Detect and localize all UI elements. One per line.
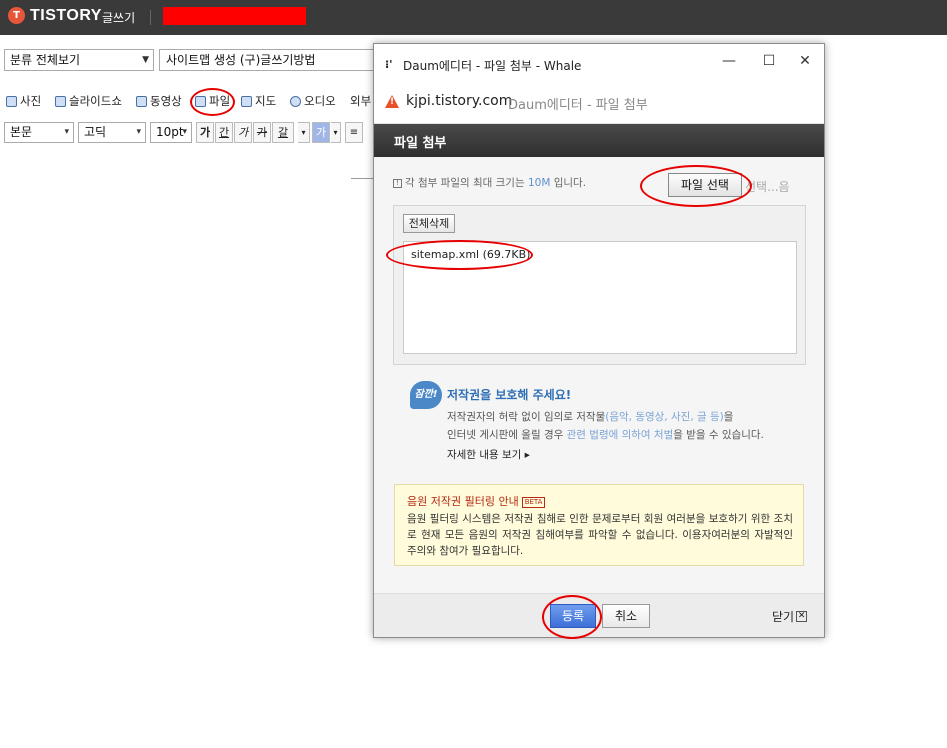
video-icon: [136, 95, 147, 107]
close-label: 닫기: [772, 610, 795, 624]
file-size-info: ! 각 첨부 파일의 최대 크기는 10M 입니다.: [393, 175, 586, 190]
beta-badge: BETA: [521, 497, 546, 508]
font-family-label: 고딕: [84, 125, 107, 139]
window-titlebar[interactable]: ⁝' Daum에디터 - 파일 첨부 - Whale — ☐ ✕: [374, 44, 824, 82]
address-host: kjpi.tistory.com: [406, 93, 513, 109]
cancel-button[interactable]: 취소: [602, 604, 650, 628]
copyright-line-2: 인터넷 게시판에 올릴 경우 관련 법령에 의하여 처벌을 받을 수 있습니다.: [447, 427, 764, 442]
copyright-text: 인터넷 게시판에 올릴 경우: [447, 429, 564, 441]
address-page-title: Daum에디터 - 파일 첨부: [508, 98, 648, 113]
dialog-header: 파일 첨부: [374, 124, 824, 157]
audio-button[interactable]: 오디오: [290, 93, 336, 109]
copyright-title: 저작권을 보호해 주세요!: [447, 388, 572, 402]
file-button[interactable]: 파일: [195, 93, 230, 109]
maximize-button[interactable]: ☐: [754, 50, 784, 72]
editor-cursor-line: [351, 178, 375, 179]
tistory-logo-icon[interactable]: T: [8, 7, 25, 24]
close-icon: ✕: [796, 611, 808, 622]
copyright-link: (음악, 동영상, 사진, 글 등): [605, 411, 724, 423]
dialog-body: ! 각 첨부 파일의 최대 크기는 10M 입니다. 파일 선택 선택...음 전…: [374, 157, 824, 593]
paragraph-style-select[interactable]: 본문 ▾: [4, 122, 74, 143]
photo-button[interactable]: 사진: [6, 93, 41, 109]
floppy-disk-icon: [195, 95, 206, 107]
external-label: 외부: [350, 94, 372, 108]
photo-icon: [6, 95, 17, 107]
chevron-down-icon[interactable]: ▾: [331, 122, 341, 143]
font-size-label: 10pt: [156, 125, 184, 139]
underline-button[interactable]: 간: [215, 122, 233, 143]
divider: [150, 10, 151, 25]
file-attach-window: ⁝' Daum에디터 - 파일 첨부 - Whale — ☐ ✕ ! kjpi.…: [373, 43, 825, 638]
paragraph-style-label: 본문: [10, 125, 33, 139]
copyright-link: 관련 법령에 의하여 처벌: [566, 429, 674, 441]
info-prefix: 각 첨부 파일의 최대 크기는: [405, 177, 525, 189]
notice-title-text: 음원 저작권 필터링 안내: [407, 495, 519, 508]
file-select-status: 선택...음: [745, 180, 790, 194]
file-label: 파일: [209, 94, 231, 108]
music-filter-notice: 음원 저작권 필터링 안내 BETA 음원 필터링 시스템은 저작권 침해로 인한…: [394, 484, 804, 566]
caution-badge-icon: 잠깐!: [410, 381, 442, 409]
copyright-text: 을 받을 수 있습니다.: [673, 429, 764, 441]
copyright-text: 저작권자의 허락 없이 임의로 저작물: [447, 411, 606, 423]
map-button[interactable]: 지도: [241, 93, 276, 109]
slideshow-icon: [55, 95, 66, 107]
external-button[interactable]: 외부: [350, 93, 371, 109]
font-color-button[interactable]: 갈: [272, 122, 294, 143]
slideshow-button[interactable]: 슬라이드쇼: [55, 93, 122, 109]
close-button[interactable]: 닫기 ✕: [772, 608, 808, 625]
font-size-select[interactable]: 10pt ▾: [150, 122, 192, 143]
notice-body: 음원 필터링 시스템은 저작권 침해로 인한 문제로부터 회원 여러분을 보호하…: [407, 513, 793, 557]
info-suffix: 입니다.: [553, 177, 587, 189]
copyright-text: 을: [723, 411, 734, 423]
address-bar[interactable]: ! kjpi.tistory.com Daum에디터 - 파일 첨부: [374, 82, 824, 124]
page-title: 글쓰기: [102, 11, 136, 25]
warning-icon[interactable]: !: [385, 95, 399, 108]
video-button[interactable]: 동영상: [136, 93, 182, 109]
bold-button[interactable]: 가: [196, 122, 214, 143]
info-icon: !: [393, 179, 402, 188]
minimize-button[interactable]: —: [714, 50, 744, 72]
post-title-input[interactable]: 사이트맵 생성 (구)글쓰기방법: [159, 49, 379, 71]
chevron-down-icon: ▾: [136, 127, 141, 137]
attached-files-panel: 전체삭제 sitemap.xml (69.7KB): [393, 205, 806, 365]
register-button[interactable]: 등록: [550, 604, 596, 628]
redacted-blog-name: [163, 7, 306, 25]
chevron-down-icon: ▼: [142, 55, 149, 65]
copyright-line-1: 저작권자의 허락 없이 임의로 저작물(음악, 동영상, 사진, 글 등)을: [447, 409, 733, 424]
daum-editor-icon: ⁝': [385, 58, 393, 71]
dialog-title: 파일 첨부: [394, 136, 447, 151]
details-link[interactable]: 자세한 내용 보기 ▸: [447, 447, 530, 462]
file-select-button[interactable]: 파일 선택: [668, 173, 742, 197]
chevron-down-icon[interactable]: ▾: [298, 122, 310, 143]
video-label: 동영상: [150, 94, 182, 108]
notice-title: 음원 저작권 필터링 안내 BETA: [407, 493, 546, 509]
max-size-value: 10M: [527, 177, 551, 189]
chevron-down-icon: ▾: [182, 127, 187, 137]
copyright-notice: 잠깐! 저작권을 보호해 주세요! 저작권자의 허락 없이 임의로 저작물(음악…: [410, 381, 800, 471]
map-pin-icon: [241, 95, 252, 107]
slideshow-label: 슬라이드쇼: [69, 94, 122, 108]
font-family-select[interactable]: 고딕 ▾: [78, 122, 146, 143]
map-label: 지도: [255, 94, 277, 108]
window-close-button[interactable]: ✕: [790, 50, 820, 72]
audio-icon: [290, 95, 301, 107]
audio-label: 오디오: [304, 94, 336, 108]
app-header: T TISTORY 글쓰기: [0, 0, 947, 35]
file-list[interactable]: sitemap.xml (69.7KB): [403, 241, 797, 354]
align-left-icon[interactable]: ≡: [345, 122, 363, 143]
chevron-down-icon: ▾: [64, 127, 69, 137]
category-select[interactable]: 분류 전체보기 ▼: [4, 49, 154, 71]
list-item[interactable]: sitemap.xml (69.7KB): [411, 248, 530, 261]
strikethrough-button[interactable]: 가: [253, 122, 271, 143]
italic-button[interactable]: 가: [234, 122, 252, 143]
delete-all-button[interactable]: 전체삭제: [403, 214, 455, 233]
category-select-label: 분류 전체보기: [10, 53, 81, 67]
dialog-footer: 등록 취소 닫기 ✕: [374, 593, 824, 637]
background-color-button[interactable]: 가: [312, 122, 330, 143]
window-title: Daum에디터 - 파일 첨부 - Whale: [403, 59, 582, 73]
photo-label: 사진: [20, 94, 42, 108]
tistory-logo[interactable]: TISTORY: [30, 7, 102, 25]
